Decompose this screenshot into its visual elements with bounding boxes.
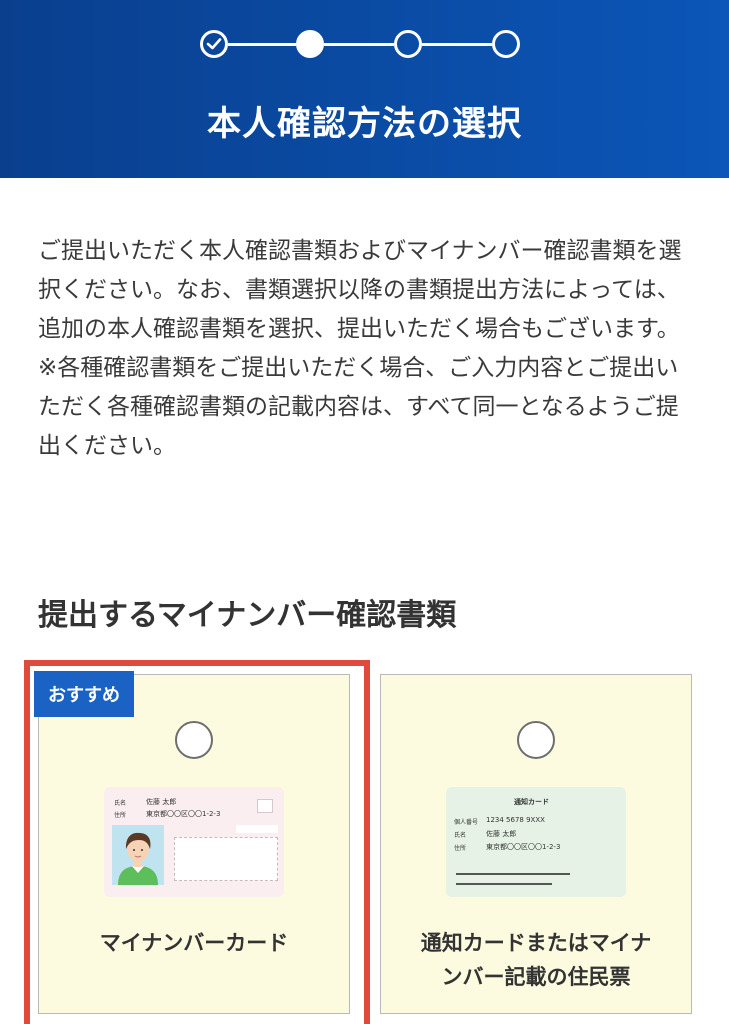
page-title: 本人確認方法の選択 — [207, 104, 522, 144]
radio-mynumber-card[interactable] — [175, 721, 213, 759]
option-label-line: 通知カードまたはマイナ — [420, 931, 652, 955]
step-4-icon — [492, 30, 520, 58]
notice-address-label: 住所 — [454, 845, 467, 852]
notice-number-value: 1234 5678 9XXX — [486, 816, 545, 824]
page-header: 本人確認方法の選択 — [0, 0, 729, 178]
notice-line — [456, 883, 552, 885]
instruction-text: ご提出いただく本人確認書類およびマイナンバー確認書類を選択ください。なお、書類選… — [38, 232, 698, 466]
notice-line — [456, 873, 570, 875]
notice-name-label: 氏名 — [454, 832, 467, 839]
progress-stepper — [200, 28, 522, 60]
instruction-note: ※各種確認書類をご提出いただく場合、ご入力内容とご提出いただく各種確認書類の記載… — [38, 355, 679, 459]
step-3-icon — [394, 30, 422, 58]
card-address-label: 住所 — [114, 812, 127, 819]
step-connector — [422, 43, 492, 46]
card-chip — [257, 799, 273, 813]
notice-card-title: 通知カード — [514, 798, 549, 806]
card-name-value: 佐藤 太郎 — [146, 798, 177, 806]
instruction-paragraph: ご提出いただく本人確認書類およびマイナンバー確認書類を選択ください。なお、書類選… — [38, 238, 682, 342]
step-2-current-icon — [296, 30, 324, 58]
notification-card-illustration: 通知カード 個人番号 1234 5678 9XXX 氏名 佐藤 太郎 住所 東京… — [446, 787, 626, 897]
option-label-notification-card: 通知カードまたはマイナ ンバー記載の住民票 — [380, 926, 692, 994]
option-label-mynumber-card: マイナンバーカード — [99, 931, 289, 955]
recommended-badge: おすすめ — [34, 671, 134, 717]
card-address-value: 東京都〇〇区〇〇1-2-3 — [146, 810, 221, 818]
card-field — [236, 825, 278, 833]
radio-notification-card[interactable] — [517, 721, 555, 759]
step-1-completed-icon — [200, 30, 228, 58]
notice-name-value: 佐藤 太郎 — [486, 830, 517, 838]
mynumber-card-illustration: 氏名 佐藤 太郎 住所 東京都〇〇区〇〇1-2-3 — [104, 787, 284, 897]
card-signature-area — [174, 837, 278, 881]
section-title: 提出するマイナンバー確認書類 — [38, 598, 457, 633]
notice-number-label: 個人番号 — [454, 819, 479, 826]
notice-address-value: 東京都〇〇区〇〇1-2-3 — [486, 843, 561, 851]
card-name-label: 氏名 — [114, 800, 127, 807]
option-label-line: ンバー記載の住民票 — [441, 965, 631, 989]
person-photo-icon — [112, 825, 164, 885]
step-connector — [228, 43, 296, 46]
step-connector — [324, 43, 394, 46]
